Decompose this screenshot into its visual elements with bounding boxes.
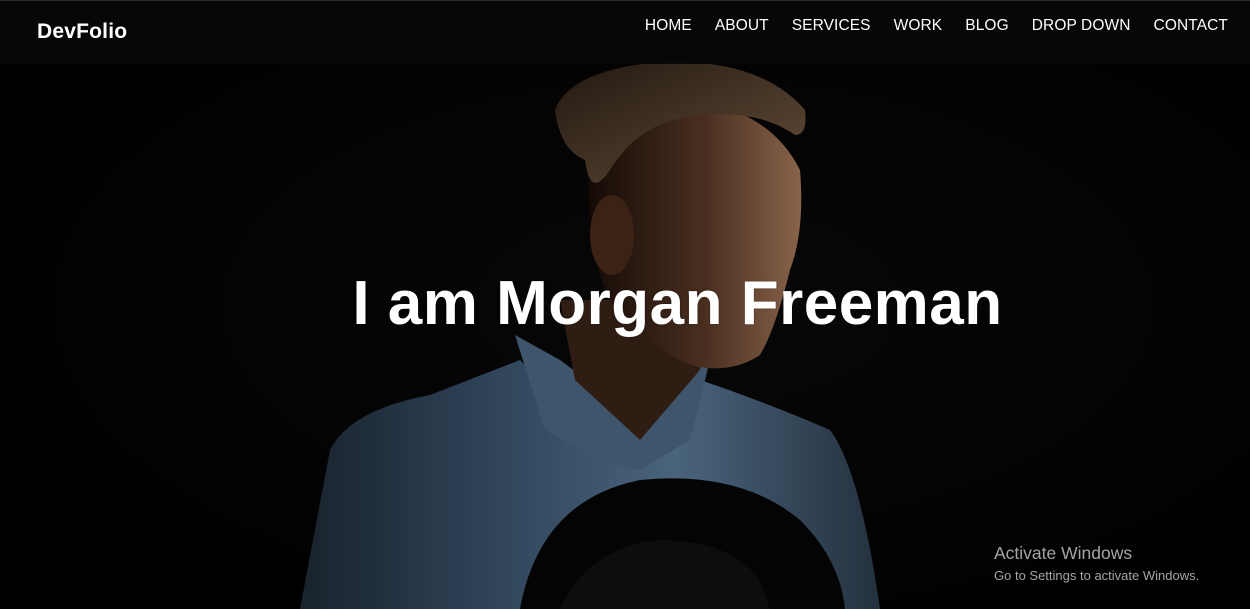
nav-item-blog: BLOG	[965, 17, 1008, 35]
nav-item-about: ABOUT	[715, 17, 769, 35]
nav-item-home: HOME	[645, 17, 692, 35]
brand-logo-link[interactable]: DevFolio	[37, 20, 127, 44]
nav-item-services: SERVICES	[792, 17, 871, 35]
watermark-subtitle: Go to Settings to activate Windows.	[994, 568, 1200, 583]
nav-item-drop-down: DROP DOWN	[1032, 17, 1131, 35]
nav-link-about[interactable]: ABOUT	[715, 17, 769, 34]
nav-link-drop-down[interactable]: DROP DOWN	[1032, 17, 1131, 34]
activate-windows-watermark: Activate Windows Go to Settings to activ…	[994, 543, 1199, 583]
nav-link-work[interactable]: WORK	[894, 17, 943, 34]
navbar: DevFolio HOME ABOUT SERVICES WORK BLOG D…	[0, 0, 1250, 64]
nav-menu: HOME ABOUT SERVICES WORK BLOG DROP DOWN …	[622, 17, 1228, 35]
watermark-title: Activate Windows	[994, 543, 1133, 563]
nav-link-home[interactable]: HOME	[645, 17, 692, 34]
nav-link-blog[interactable]: BLOG	[965, 17, 1008, 34]
nav-item-contact: CONTACT	[1154, 17, 1228, 35]
page: DevFolio HOME ABOUT SERVICES WORK BLOG D…	[0, 0, 1250, 609]
nav-item-work: WORK	[894, 17, 943, 35]
nav-link-contact[interactable]: CONTACT	[1154, 17, 1228, 34]
hero-title: I am Morgan Freeman	[352, 269, 1003, 338]
nav-link-services[interactable]: SERVICES	[792, 17, 871, 34]
